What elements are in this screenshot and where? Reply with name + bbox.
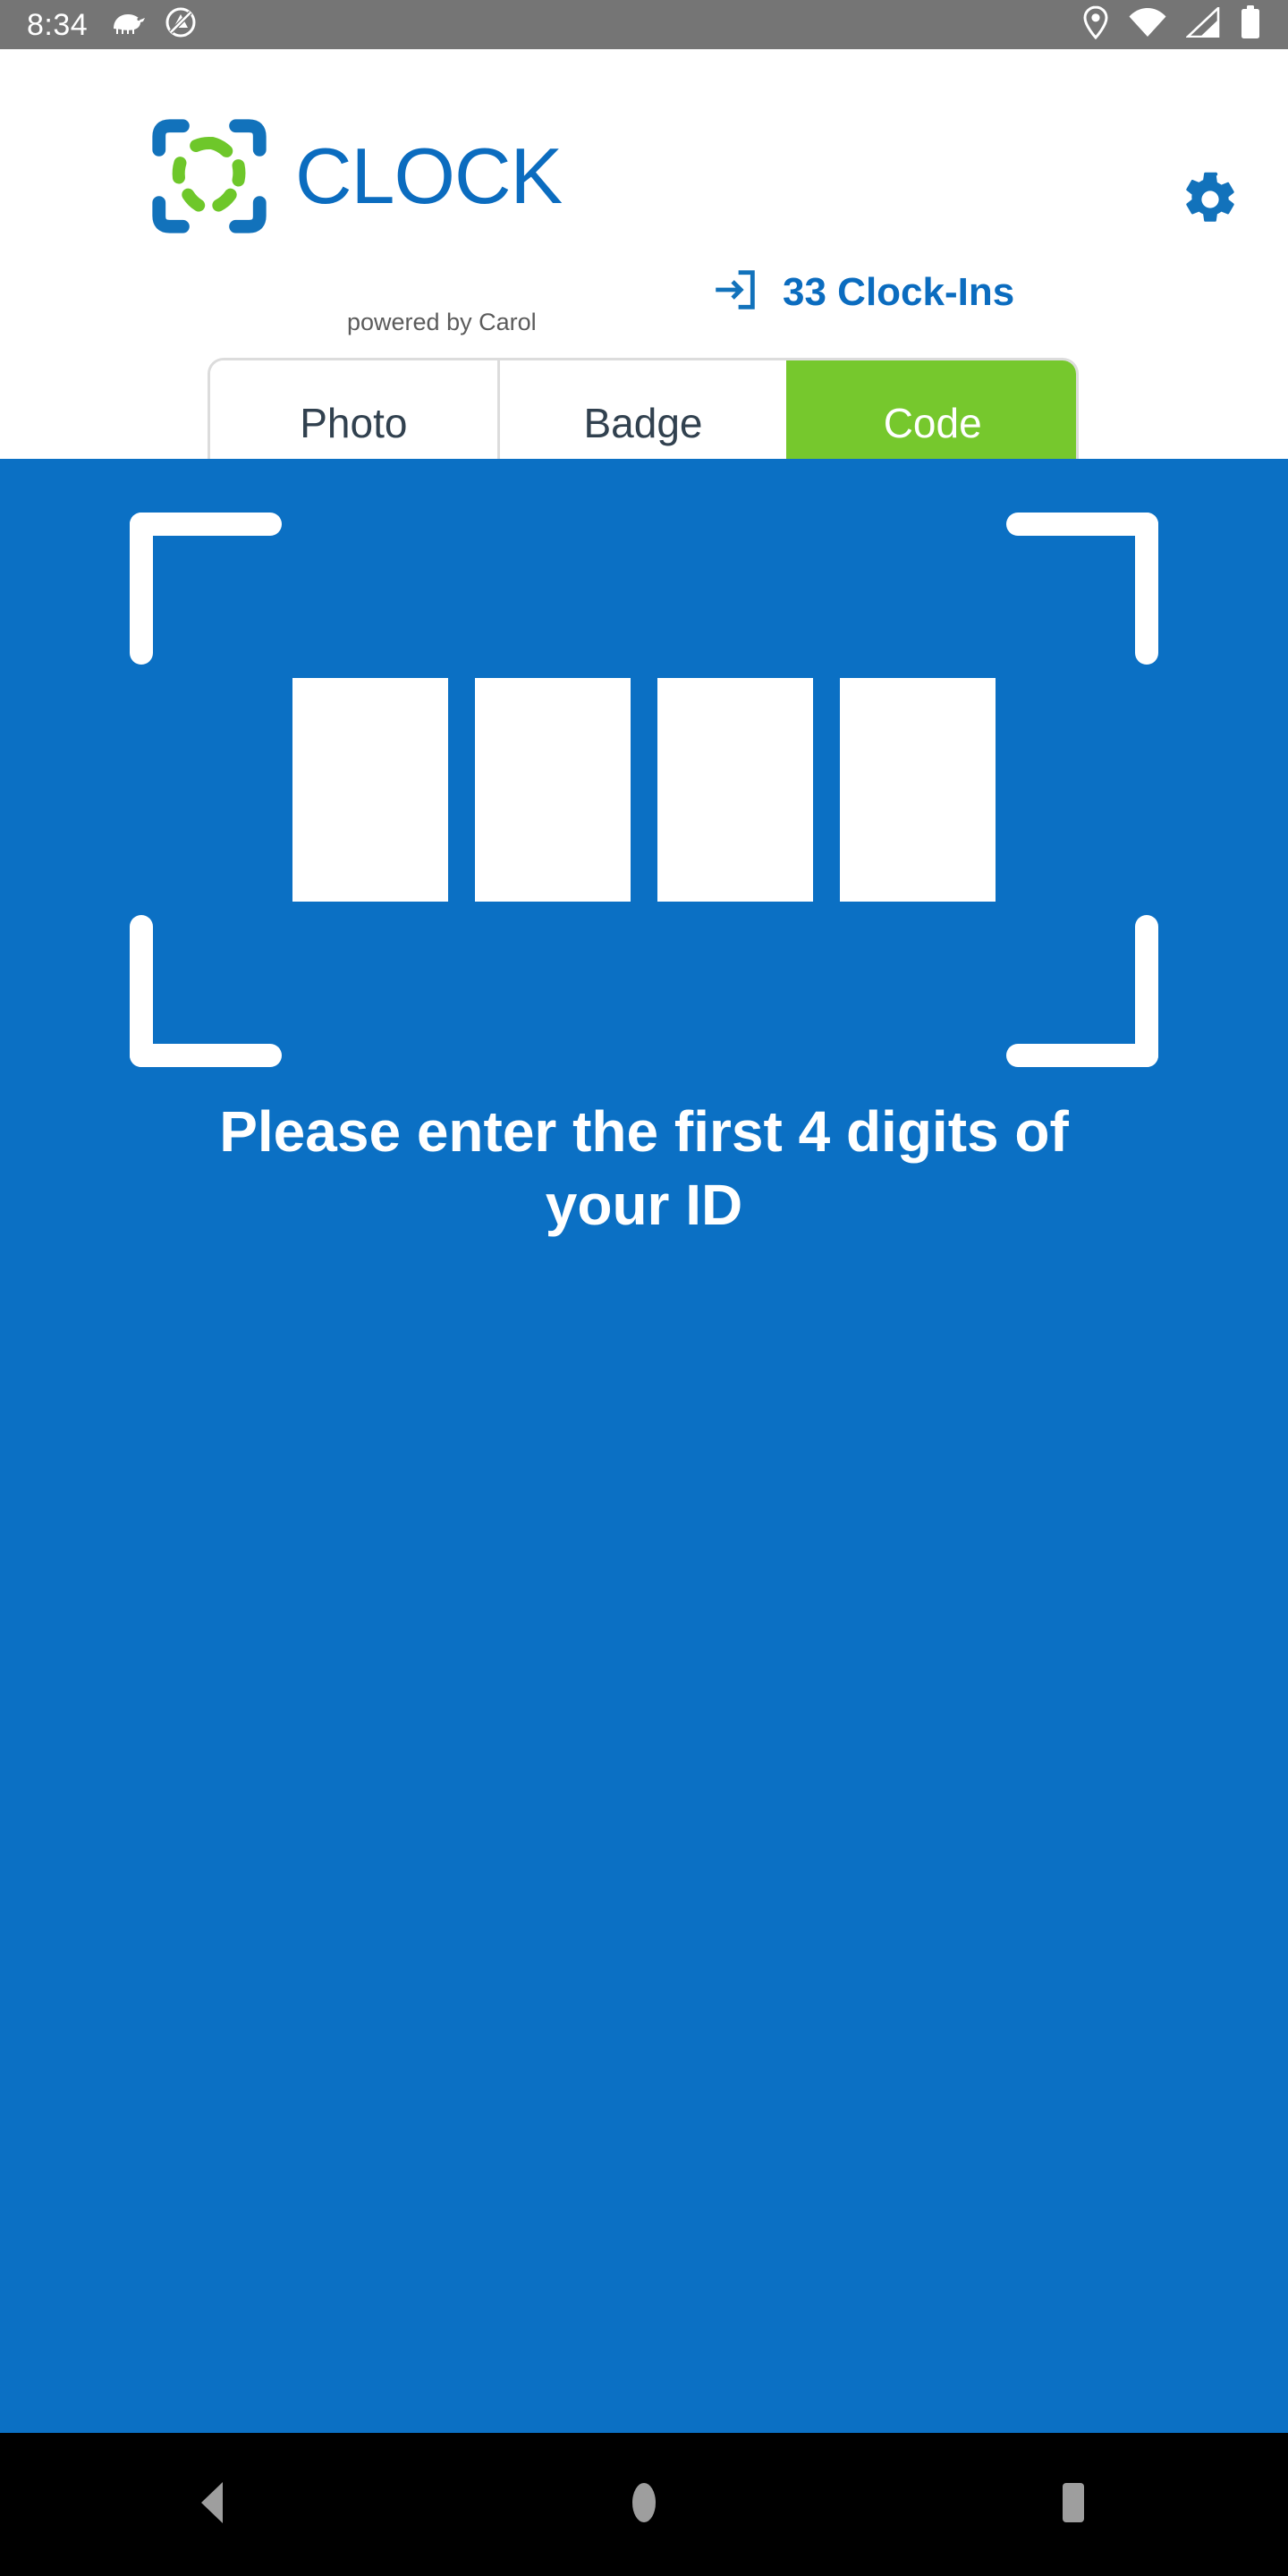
battery-icon	[1240, 5, 1261, 44]
app-title: CLOCK	[295, 131, 563, 220]
home-button[interactable]	[572, 2433, 716, 2576]
code-entry-panel: Please enter the first 4 digits of your …	[0, 459, 1288, 2433]
location-pin-icon	[1082, 5, 1109, 44]
settings-button[interactable]	[1170, 161, 1250, 242]
instruction-text: Please enter the first 4 digits of your …	[219, 1099, 1069, 1237]
scan-corner-top-right-icon	[1006, 513, 1158, 665]
wifi-icon	[1129, 7, 1166, 42]
digit-box-3[interactable]	[657, 678, 813, 902]
digit-box-1[interactable]	[292, 678, 448, 902]
digit-box-2[interactable]	[475, 678, 631, 902]
back-button[interactable]	[143, 2433, 286, 2576]
status-bar: 8:34	[0, 0, 1288, 49]
triangle-left-icon	[194, 2480, 235, 2529]
square-icon	[1053, 2480, 1094, 2529]
circle-icon	[623, 2480, 665, 2529]
scan-corner-top-left-icon	[130, 513, 282, 665]
cellular-signal-icon	[1184, 4, 1220, 42]
clock-ins-label: 33 Clock-Ins	[783, 269, 1015, 314]
app-screen: 8:34 CLOCK powered by Carol 33 Clock-Ins…	[0, 0, 1288, 2576]
status-bar-clock: 8:34	[27, 7, 89, 42]
powered-by-label: powered by Carol	[347, 309, 537, 335]
recents-button[interactable]	[1002, 2433, 1145, 2576]
status-bar-notification-icons	[111, 6, 197, 43]
scan-corner-bottom-right-icon	[1006, 915, 1158, 1067]
app-header: CLOCK powered by Carol 33 Clock-Ins Phot…	[0, 49, 1288, 487]
anteater-icon	[111, 9, 147, 40]
android-navigation-bar	[0, 2433, 1288, 2576]
scan-frame	[130, 513, 1158, 1067]
digit-input-group[interactable]	[292, 678, 996, 902]
login-arrow-icon	[709, 264, 761, 320]
clock-ins-counter[interactable]: 33 Clock-Ins	[709, 264, 1014, 320]
gear-icon	[1181, 170, 1240, 233]
digit-box-4[interactable]	[840, 678, 996, 902]
app-logo: CLOCK	[143, 110, 563, 242]
no-screenshot-icon	[165, 6, 197, 43]
scan-corner-bottom-left-icon	[130, 915, 282, 1067]
scan-frame-logo-icon	[143, 110, 275, 242]
status-bar-system-icons	[1082, 4, 1261, 44]
